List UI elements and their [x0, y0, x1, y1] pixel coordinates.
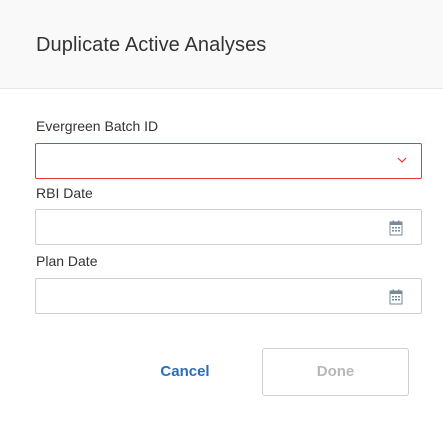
rbi-date-field[interactable] — [35, 209, 422, 245]
batch-id-label: Evergreen Batch ID — [36, 118, 159, 134]
chevron-down-icon[interactable] — [397, 155, 407, 165]
batch-id-dropdown[interactable] — [35, 143, 422, 179]
plan-date-field[interactable] — [35, 278, 422, 314]
calendar-icon[interactable] — [389, 289, 403, 305]
duplicate-analyses-dialog: Duplicate Active Analyses Evergreen Batc… — [0, 0, 443, 439]
plan-date-label: Plan Date — [36, 253, 98, 269]
dialog-title: Duplicate Active Analyses — [36, 34, 267, 56]
done-button[interactable]: Done — [262, 348, 409, 396]
rbi-date-label: RBI Date — [36, 185, 93, 201]
dialog-header: Duplicate Active Analyses — [0, 0, 443, 89]
calendar-icon[interactable] — [389, 220, 403, 236]
cancel-button[interactable]: Cancel — [145, 357, 225, 387]
